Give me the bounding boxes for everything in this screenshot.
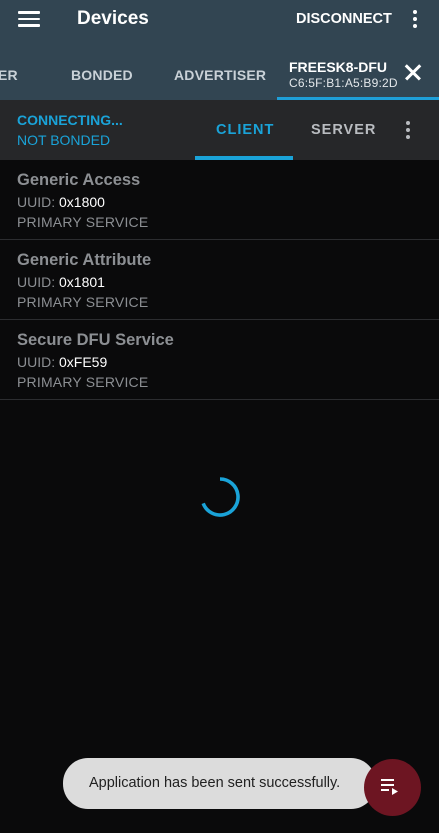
- tab-bonded[interactable]: BONDED: [71, 67, 133, 83]
- services-list: Generic Access UUID: 0x1800 PRIMARY SERV…: [0, 160, 439, 400]
- tab-scanner[interactable]: ER: [0, 67, 18, 83]
- more-vert-icon[interactable]: [412, 10, 418, 30]
- loading-spinner-icon: [201, 477, 240, 517]
- device-name: FREESK8-DFU: [289, 59, 388, 75]
- service-item[interactable]: Generic Access UUID: 0x1800 PRIMARY SERV…: [0, 160, 439, 240]
- snackbar-message: Application has been sent successfully.: [89, 775, 341, 791]
- service-name: Generic Attribute: [17, 251, 152, 269]
- close-icon[interactable]: [405, 64, 421, 80]
- service-name: Secure DFU Service: [17, 331, 174, 349]
- playlist-fab-button[interactable]: [364, 759, 421, 816]
- uuid-label: UUID:: [17, 194, 56, 210]
- device-address: C6:5F:B1:A5:B9:2D: [289, 76, 398, 90]
- menu-icon[interactable]: [18, 10, 40, 28]
- device-tabs: ER BONDED ADVERTISER FREESK8-DFU C6:5F:B…: [0, 40, 439, 100]
- service-item[interactable]: Generic Attribute UUID: 0x1801 PRIMARY S…: [0, 240, 439, 320]
- app-bar: Devices DISCONNECT: [0, 0, 439, 40]
- disconnect-button[interactable]: DISCONNECT: [296, 11, 392, 27]
- service-type: PRIMARY SERVICE: [17, 214, 149, 230]
- connection-state: CONNECTING...: [17, 112, 123, 128]
- screen: Devices DISCONNECT ER BONDED ADVERTISER …: [0, 0, 439, 833]
- tab-server[interactable]: SERVER: [311, 122, 376, 138]
- tab-device[interactable]: FREESK8-DFU C6:5F:B1:A5:B9:2D: [277, 40, 439, 100]
- more-vert-icon[interactable]: [405, 121, 411, 141]
- uuid-label: UUID:: [17, 354, 56, 370]
- service-uuid: 0x1801: [59, 274, 105, 290]
- uuid-label: UUID:: [17, 274, 56, 290]
- connection-status-bar: CONNECTING... NOT BONDED CLIENT SERVER: [0, 100, 439, 160]
- playlist-play-icon: [381, 779, 398, 795]
- snackbar: Application has been sent successfully.: [63, 758, 376, 809]
- service-item[interactable]: Secure DFU Service UUID: 0xFE59 PRIMARY …: [0, 320, 439, 400]
- bond-state: NOT BONDED: [17, 132, 111, 148]
- tab-advertiser[interactable]: ADVERTISER: [174, 67, 266, 83]
- app-title: Devices: [77, 8, 149, 29]
- service-type: PRIMARY SERVICE: [17, 294, 149, 310]
- service-uuid: 0xFE59: [59, 354, 108, 370]
- service-name: Generic Access: [17, 171, 141, 189]
- tab-client[interactable]: CLIENT: [216, 122, 274, 138]
- service-uuid: 0x1800: [59, 194, 105, 210]
- service-type: PRIMARY SERVICE: [17, 374, 149, 390]
